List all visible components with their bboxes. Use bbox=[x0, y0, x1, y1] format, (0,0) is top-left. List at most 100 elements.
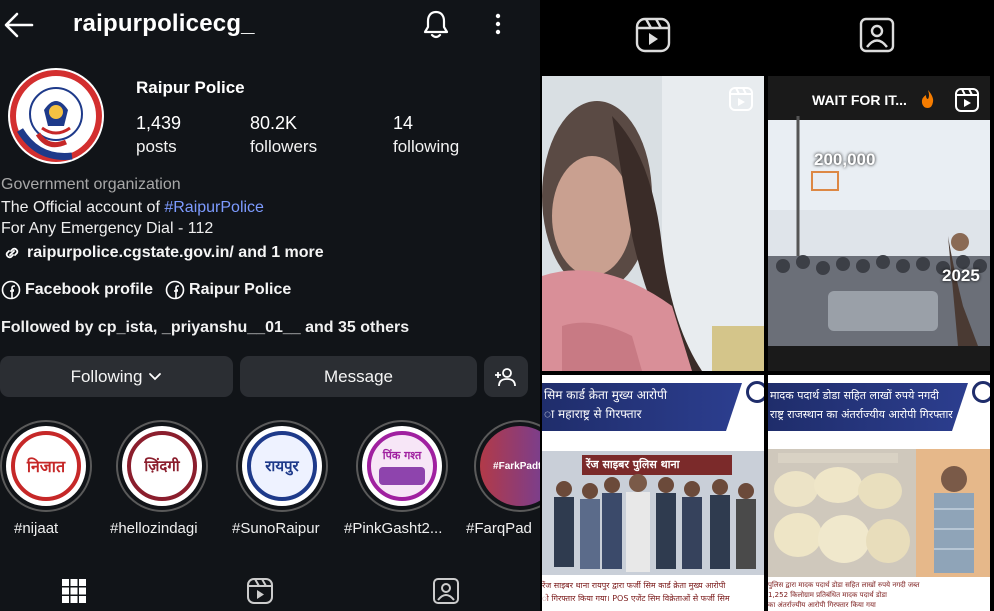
news-caption-line: रेंज साइबर थाना रायपुर द्वारा फर्जी सिम … bbox=[542, 581, 726, 590]
highlight-caption: #SunoRaipur bbox=[232, 520, 320, 537]
reels-icon[interactable] bbox=[633, 15, 673, 55]
highlight-cover: ज़िंदगी bbox=[122, 426, 202, 506]
news-caption: रेंज साइबर थाना रायपुर द्वारा फर्जी सिम … bbox=[542, 579, 764, 605]
highlight-nijaat[interactable]: निजात #nijaat bbox=[0, 420, 96, 537]
highlight-ring: निजात bbox=[0, 420, 92, 512]
facebook-icon bbox=[1, 280, 21, 300]
highlight-logo-text: निजात bbox=[26, 457, 66, 476]
highlight-logo-text: पिंक गश्त bbox=[382, 448, 422, 462]
news-caption-line: ो गिरफ्तार किया गया। POS एजेंट सिम विक्र… bbox=[542, 594, 730, 603]
news-headline-line: राष्ट्र राजस्थान का अंतर्राज्यीय आरोपी ग… bbox=[770, 408, 953, 421]
highlight-caption: #nijaat bbox=[14, 520, 59, 537]
highlight-logo-text: ज़िंदगी bbox=[144, 457, 180, 475]
top-bar: raipurpolicecg_ bbox=[0, 0, 540, 52]
post-thumbnail bbox=[768, 76, 990, 371]
post-tile[interactable]: WAIT FOR IT... 200,000 2025 bbox=[768, 76, 990, 371]
bio-line-1: The Official account of #RaipurPolice bbox=[1, 199, 264, 217]
news-header: मादक पदार्थ डोडा सहित लाखों रुपये नगदी र… bbox=[768, 375, 990, 437]
following-label: following bbox=[393, 137, 460, 156]
following-stat[interactable]: 14 following bbox=[393, 113, 459, 157]
followers-label: followers bbox=[250, 137, 318, 156]
post-thumbnail bbox=[542, 76, 764, 371]
profile-display-name: Raipur Police bbox=[136, 78, 245, 97]
post-tile[interactable]: सिम कार्ड क्रेता मुख्य आरोपी ा महाराष्ट्… bbox=[542, 375, 764, 611]
bio-prefix: The Official account of bbox=[1, 199, 165, 216]
news-caption-line: का अंतर्राज्यीय आरोपी गिरफ्तार किया गया bbox=[768, 601, 876, 609]
highlight-logo-text: #FarkPadta bbox=[493, 460, 540, 472]
following-button[interactable]: Following bbox=[0, 356, 233, 397]
profile-link-text: raipurpolice.cgstate.gov.in/ and 1 more bbox=[27, 244, 324, 261]
news-headline-line: ा महाराष्ट्र से गिरफ्तार bbox=[544, 407, 642, 421]
back-arrow-icon[interactable] bbox=[2, 10, 36, 40]
following-count: 14 bbox=[393, 113, 414, 133]
reel-badge-icon bbox=[955, 88, 979, 112]
highlight-cover: रायपुर bbox=[242, 426, 322, 506]
message-button-label: Message bbox=[324, 366, 393, 386]
highlight-sunoraipur[interactable]: रायपुर #SunoRaipur bbox=[232, 420, 332, 537]
more-icon[interactable] bbox=[488, 10, 508, 38]
news-headline-line: सिम कार्ड क्रेता मुख्य आरोपी bbox=[544, 388, 667, 402]
followed-by-text[interactable]: Followed by cp_ista, _priyanshu__01__ an… bbox=[1, 319, 409, 337]
followers-stat[interactable]: 80.2K followers bbox=[250, 113, 317, 157]
highlight-ring: रायपुर bbox=[236, 420, 328, 512]
news-caption-line: पुलिस द्वारा मादक पदार्थ डोडा सहित लाखों… bbox=[768, 581, 920, 589]
suggest-people-button[interactable] bbox=[484, 356, 528, 397]
highlight-cover: निजात bbox=[6, 426, 86, 506]
profile-avatar[interactable] bbox=[8, 68, 104, 164]
highlight-caption: #hellozindagi bbox=[110, 520, 198, 537]
highlight-caption: #FarqPad bbox=[466, 520, 532, 537]
profile-username: raipurpolicecg_ bbox=[73, 10, 255, 37]
reels-icon[interactable] bbox=[245, 576, 275, 606]
tagged-icon[interactable] bbox=[431, 576, 461, 606]
fire-emoji bbox=[920, 89, 936, 109]
news-header: सिम कार्ड क्रेता मुख्य आरोपी ा महाराष्ट्… bbox=[542, 375, 764, 437]
facebook-page-link[interactable]: Raipur Police bbox=[165, 280, 291, 300]
posts-panel: WAIT FOR IT... 200,000 2025 सिम कार्ड क्… bbox=[540, 0, 994, 611]
reel-caption: WAIT FOR IT... bbox=[812, 92, 907, 108]
grid-icon[interactable] bbox=[59, 576, 89, 606]
facebook-profile-label: Facebook profile bbox=[25, 281, 154, 298]
profile-tab-bar bbox=[0, 572, 540, 611]
facebook-page-label: Raipur Police bbox=[189, 281, 292, 298]
bio-hashtag-link[interactable]: #RaipurPolice bbox=[164, 199, 264, 216]
highlight-pinkgasht[interactable]: पिंक गश्त #PinkGasht2... bbox=[344, 420, 452, 537]
link-icon bbox=[5, 247, 19, 259]
chevron-down-icon bbox=[149, 372, 162, 380]
facebook-profile-link[interactable]: Facebook profile bbox=[1, 280, 153, 300]
highlight-hellozindagi[interactable]: ज़िंदगी #hellozindagi bbox=[110, 420, 212, 537]
posts-count: 1,439 bbox=[136, 113, 182, 133]
reel-overlay-year: 2025 bbox=[942, 266, 980, 285]
news-headline-line: मादक पदार्थ डोडा सहित लाखों रुपये नगदी bbox=[770, 389, 939, 402]
post-tile[interactable] bbox=[542, 76, 764, 371]
highlight-logo-text: रायपुर bbox=[265, 457, 299, 475]
highlight-ring: ज़िंदगी bbox=[116, 420, 208, 512]
posts-label: posts bbox=[136, 137, 177, 156]
news-caption-line: 1,252 किलोग्राम प्रतिबंधित मादक पदार्थ ड… bbox=[768, 591, 887, 599]
profile-panel: raipurpolicecg_ Raipur Police 1,439 post… bbox=[0, 0, 540, 611]
profile-category: Government organization bbox=[1, 176, 181, 193]
highlight-ring: पिंक गश्त bbox=[356, 420, 448, 512]
highlight-cover: पिंक गश्त bbox=[362, 426, 442, 506]
following-button-label: Following bbox=[70, 366, 143, 386]
reel-badge-icon bbox=[729, 87, 753, 111]
followers-count: 80.2K bbox=[250, 113, 298, 133]
post-tile[interactable]: मादक पदार्थ डोडा सहित लाखों रुपये नगदी र… bbox=[768, 375, 990, 611]
police-emblem-logo bbox=[10, 70, 102, 162]
facebook-links: Facebook profile Raipur Police bbox=[1, 280, 303, 300]
bio-line-2: For Any Emergency Dial - 112 bbox=[1, 220, 214, 237]
highlight-caption: #PinkGasht2... bbox=[344, 520, 443, 537]
highlight-farqpadta[interactable]: #FarkPadta #FarqPad bbox=[466, 420, 540, 537]
tagged-icon[interactable] bbox=[857, 15, 897, 55]
news-photo: रेंज साइबर पुलिस थाना bbox=[542, 451, 764, 575]
reel-overlay-number: 200,000 bbox=[814, 150, 876, 169]
news-caption: पुलिस द्वारा मादक पदार्थ डोडा सहित लाखों… bbox=[768, 580, 990, 610]
bell-icon[interactable] bbox=[421, 8, 451, 40]
posts-stat[interactable]: 1,439 posts bbox=[136, 113, 181, 157]
add-person-icon bbox=[495, 367, 516, 386]
news-photo bbox=[768, 449, 990, 577]
highlight-cover: #FarkPadta bbox=[480, 426, 540, 506]
highlight-ring: #FarkPadta bbox=[474, 420, 540, 512]
profile-link[interactable]: raipurpolice.cgstate.gov.in/ and 1 more bbox=[1, 243, 324, 263]
message-button[interactable]: Message bbox=[240, 356, 477, 397]
facebook-icon bbox=[165, 280, 185, 300]
